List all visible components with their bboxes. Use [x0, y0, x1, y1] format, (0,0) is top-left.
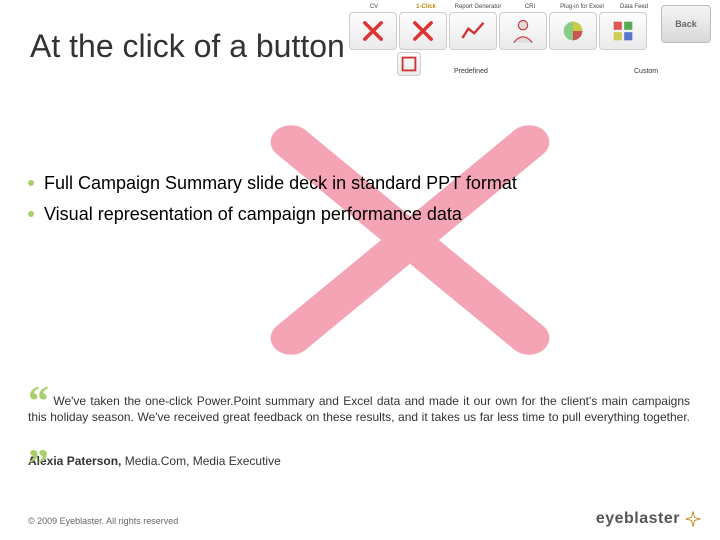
close-quote-icon: „: [28, 420, 49, 466]
toolbar-cat-cv[interactable]: CV: [348, 4, 400, 11]
toolbar-tile-6[interactable]: [599, 12, 647, 50]
report-toolbar: CV 1-Click Report Generator CRI Plug-in …: [348, 4, 712, 77]
page-title: At the click of a button: [30, 28, 345, 65]
sublabel-predefined: Predefined: [454, 68, 488, 75]
toolbar-tile-3[interactable]: [449, 12, 497, 50]
toolbar-cat-excel[interactable]: Plug-in for Excel: [556, 4, 608, 11]
brand-logo: eyeblaster: [596, 510, 702, 528]
person-icon: [509, 17, 537, 45]
line-chart-icon: [459, 17, 487, 45]
attribution-rest: Media.Com, Media Executive: [121, 454, 280, 468]
bullet-text: Visual representation of campaign perfor…: [44, 199, 462, 230]
x-icon: [409, 17, 437, 45]
back-button[interactable]: Back: [661, 5, 711, 43]
list-item: Visual representation of campaign perfor…: [28, 199, 700, 230]
bullet-text: Full Campaign Summary slide deck in stan…: [44, 168, 517, 199]
list-item: Full Campaign Summary slide deck in stan…: [28, 168, 700, 199]
brand-text: eyeblaster: [596, 510, 680, 528]
square-icon: [398, 50, 420, 78]
toolbar-tile-extra[interactable]: [397, 52, 421, 76]
open-quote-icon: “: [28, 379, 49, 425]
brand-logomark-icon: [684, 510, 702, 528]
quote-attribution: Alexia Paterson, Media.Com, Media Execut…: [28, 453, 690, 469]
bullet-icon: [28, 180, 34, 186]
toolbar-cat-datafeed[interactable]: Data Feed: [608, 4, 660, 11]
quote-block: “ We've taken the one-click Power.Point …: [28, 392, 690, 469]
puzzle-icon: [609, 17, 637, 45]
bullet-icon: [28, 211, 34, 217]
x-icon: [359, 17, 387, 45]
big-x-graphic: [240, 100, 580, 380]
toolbar-tile-1[interactable]: [349, 12, 397, 50]
toolbar-cat-cri[interactable]: CRI: [504, 4, 556, 11]
pie-chart-icon: [559, 17, 587, 45]
sublabel-custom: Custom: [634, 68, 658, 75]
toolbar-cat-1click[interactable]: 1-Click: [400, 4, 452, 11]
bullet-list: Full Campaign Summary slide deck in stan…: [28, 168, 700, 229]
toolbar-tile-2[interactable]: [399, 12, 447, 50]
footer-copyright: © 2009 Eyeblaster. All rights reserved: [28, 516, 178, 526]
toolbar-tile-5[interactable]: [549, 12, 597, 50]
quote-text: We've taken the one-click Power.Point su…: [28, 394, 690, 424]
toolbar-tile-4[interactable]: [499, 12, 547, 50]
toolbar-cat-reportgen[interactable]: Report Generator: [452, 4, 504, 11]
